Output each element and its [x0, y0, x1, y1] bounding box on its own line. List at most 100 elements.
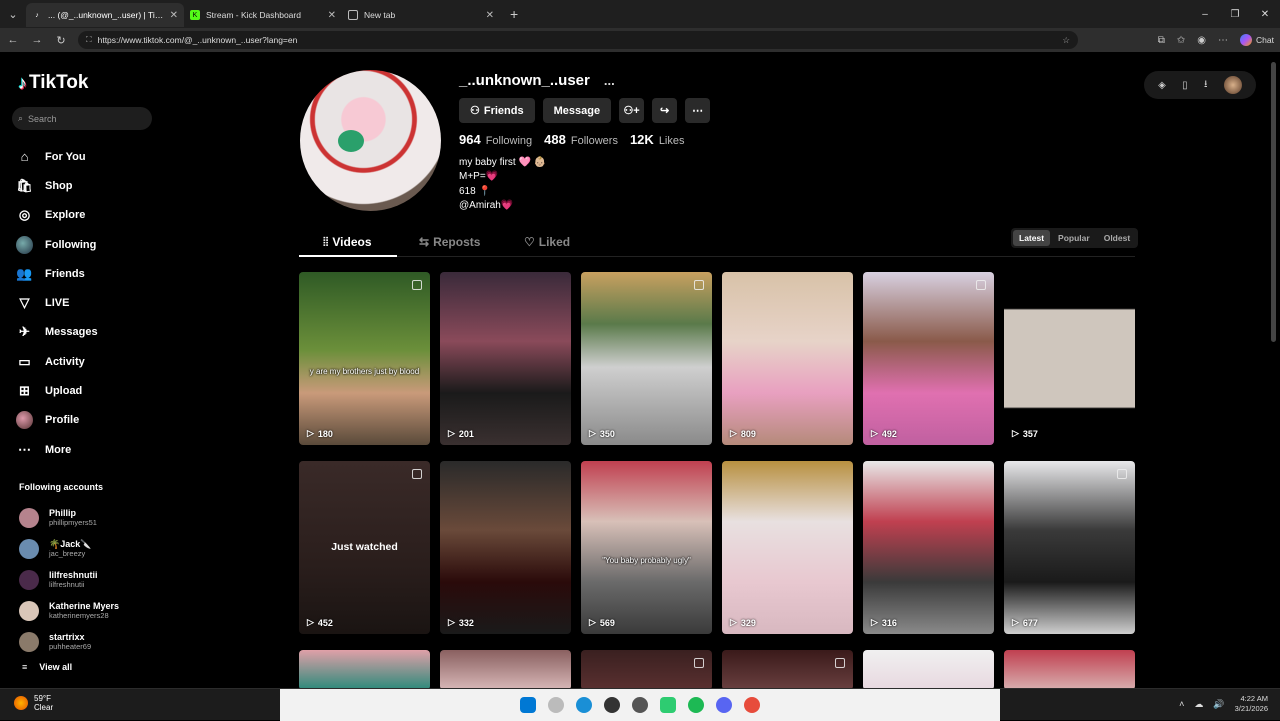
video-card[interactable]: ▷ 316 — [863, 461, 994, 634]
sidebar-item-messages[interactable]: ✈ Messages — [16, 318, 98, 347]
sidebar-item-for-you[interactable]: ⌂ For You — [16, 142, 98, 171]
app-icon[interactable] — [660, 697, 676, 713]
copilot-chat-button[interactable]: Chat — [1240, 34, 1274, 46]
video-card[interactable]: ▷ 201 — [440, 272, 571, 445]
search-taskbar-icon[interactable] — [548, 697, 564, 713]
video-card[interactable] — [299, 650, 430, 688]
sidebar-item-friends[interactable]: 👥 Friends — [16, 259, 98, 288]
sidebar-item-activity[interactable]: ▭ Activity — [16, 347, 98, 376]
minimize-button[interactable]: – — [1190, 9, 1220, 20]
site-info-icon[interactable]: ⛶ — [86, 35, 92, 45]
weather-condition: Clear — [34, 703, 54, 712]
bio-line[interactable]: @Amirah💗 — [459, 199, 546, 213]
user-avatar[interactable] — [1223, 76, 1242, 94]
app-icon[interactable] — [604, 697, 620, 713]
video-card[interactable]: y are my brothers just by blood ▷ 180 — [299, 272, 430, 445]
close-tab-icon[interactable]: ✕ — [486, 10, 494, 21]
browser-tab-tiktok[interactable]: ♪ ... (@_..unknown_..user) | TikTok ✕ — [26, 3, 184, 27]
sidebar-item-live[interactable]: ▽ LIVE — [16, 288, 98, 317]
video-card[interactable] — [1004, 650, 1135, 688]
video-card[interactable]: ▷ 809 — [722, 272, 853, 445]
tab-videos[interactable]: ⦙⦙ Videos — [323, 227, 372, 257]
extensions-icon[interactable]: ⧉ — [1158, 35, 1165, 46]
stat-following[interactable]: 964 Following — [459, 132, 532, 147]
video-card[interactable]: ▷ 492 — [863, 272, 994, 445]
sidebar-item-more[interactable]: ⋯ More — [16, 435, 98, 464]
reload-icon[interactable]: ↻ — [54, 34, 68, 47]
sort-popular[interactable]: Popular — [1052, 230, 1096, 246]
settings-menu-icon[interactable]: ⋯ — [1218, 35, 1228, 46]
video-card[interactable]: ▷ 350 — [581, 272, 712, 445]
video-card[interactable] — [440, 650, 571, 688]
network-icon[interactable]: ☁ — [1194, 699, 1203, 710]
friends-button[interactable]: ⚇ Friends — [459, 98, 535, 123]
more-options-button[interactable]: ⋯ — [685, 98, 711, 123]
address-bar[interactable]: ⛶ https://www.tiktok.com/@_..unknown_..u… — [78, 31, 1078, 49]
page-scrollbar[interactable] — [1271, 62, 1276, 342]
tiktok-logo[interactable]: ♪ TikTok — [18, 72, 88, 94]
sort-oldest[interactable]: Oldest — [1098, 230, 1136, 246]
following-account[interactable]: lilfreshnutii lilfreshnutii — [19, 564, 119, 595]
video-card[interactable] — [581, 650, 712, 688]
start-icon[interactable] — [520, 697, 536, 713]
sidebar-item-shop[interactable]: 🛍 Shop — [16, 171, 98, 200]
search-input[interactable]: ⌕ Search — [12, 107, 152, 130]
download-icon[interactable]: ⭳ — [1204, 77, 1208, 94]
chrome-icon[interactable] — [744, 697, 760, 713]
following-account[interactable]: Katherine Myers katherinemyers28 — [19, 595, 119, 626]
account-name: lilfreshnutii — [49, 570, 98, 580]
clock[interactable]: 4:22 AM 3/21/2026 — [1235, 694, 1268, 714]
video-card[interactable] — [722, 650, 853, 688]
stat-followers[interactable]: 488 Followers — [544, 132, 618, 147]
profile-icon[interactable]: ◉ — [1197, 35, 1206, 46]
close-tab-icon[interactable]: ✕ — [328, 10, 336, 21]
tab-list-menu-button[interactable]: ⌄ — [0, 0, 26, 28]
following-account[interactable]: Phillip phillipmyers51 — [19, 502, 119, 533]
profile-avatar-large[interactable] — [300, 70, 441, 211]
discord-icon[interactable] — [716, 697, 732, 713]
coin-icon[interactable]: ◈ — [1158, 80, 1166, 91]
sidebar-item-following[interactable]: Following — [16, 230, 98, 259]
share-button[interactable]: ↪ — [652, 98, 678, 123]
back-icon[interactable]: ← — [6, 34, 20, 46]
new-tab-button[interactable]: + — [500, 6, 528, 22]
video-card[interactable]: ▷ 332 — [440, 461, 571, 634]
username-more-icon[interactable]: ... — [604, 73, 615, 88]
obs-icon[interactable] — [632, 697, 648, 713]
following-account[interactable]: startrixx puhheater69 — [19, 626, 119, 657]
live-icon: ▽ — [19, 295, 30, 311]
video-card[interactable]: Just watched ▷ 452 — [299, 461, 430, 634]
sidebar-item-upload[interactable]: ⊞ Upload — [16, 376, 98, 405]
tab-liked[interactable]: ♡ Liked — [524, 227, 570, 257]
close-window-button[interactable]: ✕ — [1250, 9, 1280, 20]
favorite-star-icon[interactable]: ☆ — [1062, 35, 1070, 46]
chevron-up-icon[interactable]: ˄ — [1179, 699, 1184, 709]
weather-widget[interactable]: 59°F Clear — [14, 694, 53, 712]
video-card[interactable]: "You baby probably ugly" ▷ 569 — [581, 461, 712, 634]
tab-reposts[interactable]: ⇆ Reposts — [419, 227, 480, 257]
video-card[interactable]: ▷ 677 — [1004, 461, 1135, 634]
maximize-button[interactable]: ❐ — [1220, 9, 1250, 20]
edge-icon[interactable] — [576, 697, 592, 713]
browser-tab-newtab[interactable]: New tab ✕ — [342, 3, 500, 27]
sidebar-item-profile[interactable]: Profile — [16, 406, 98, 435]
message-button[interactable]: Message — [542, 98, 612, 123]
browser-tab-kick[interactable]: K Stream - Kick Dashboard ✕ — [184, 3, 342, 27]
spotify-icon[interactable] — [688, 697, 704, 713]
video-card[interactable]: ▷ 357 — [1004, 272, 1135, 445]
list-icon: ≡ — [22, 662, 28, 672]
sidebar-item-explore[interactable]: ◎ Explore — [16, 201, 98, 230]
device-icon[interactable]: ▯ — [1182, 80, 1188, 91]
stat-value: 12K — [629, 132, 654, 147]
sort-latest[interactable]: Latest — [1013, 230, 1051, 246]
following-account[interactable]: 🌴Jack🔪 jac_breezy — [19, 533, 119, 564]
video-card[interactable]: ▷ 329 — [722, 461, 853, 634]
forward-icon[interactable]: → — [30, 34, 44, 46]
view-all-link[interactable]: ≡ View all — [22, 662, 72, 672]
add-friend-button[interactable]: ⚇+ — [619, 98, 645, 123]
favorites-icon[interactable]: ✩ — [1177, 35, 1185, 46]
close-tab-icon[interactable]: ✕ — [170, 10, 178, 21]
speaker-icon[interactable]: 🔊 — [1213, 699, 1224, 710]
nav-label: More — [45, 443, 72, 456]
video-card[interactable] — [863, 650, 994, 688]
